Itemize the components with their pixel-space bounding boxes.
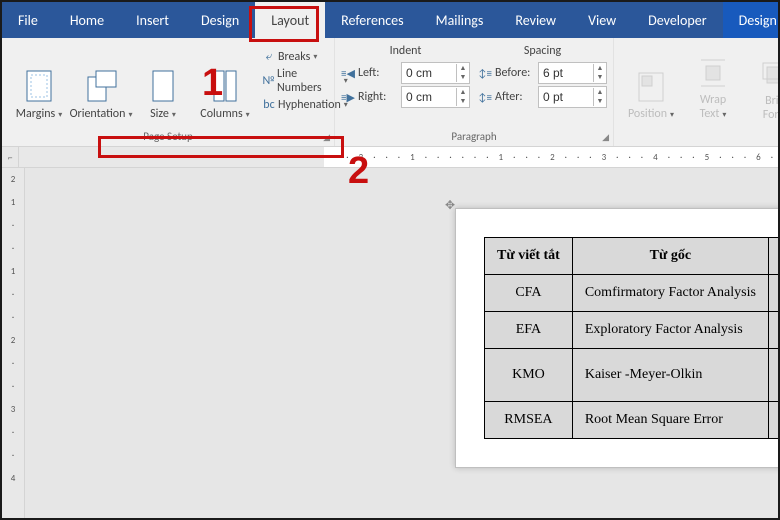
contextual-tabs: Design Layout — [723, 2, 780, 38]
ctx-tab-design[interactable]: Design — [723, 2, 780, 38]
ruler-corner[interactable]: ⌐ — [2, 147, 19, 167]
tab-view[interactable]: View — [572, 2, 632, 38]
page: Từ viết tắt Từ gốc CFA Comfirmatory Fact… — [455, 208, 778, 468]
tab-review[interactable]: Review — [499, 2, 572, 38]
indent-right-input[interactable]: ▲▼ — [401, 86, 470, 108]
indent-left-label: ≡◀Left: — [341, 66, 401, 80]
spacing-after-icon: ↕≡ — [478, 91, 492, 104]
paragraph-dialog-launcher[interactable]: ◢ — [602, 132, 609, 143]
vertical-ruler[interactable]: 2 1 · · 1 · · 2 · · 3 · · 4 — [2, 168, 25, 520]
document-area: 2 1 · · 1 · · 2 · · 3 · · 4 ✥ Từ viết tắ… — [2, 168, 778, 520]
spacing-column: Spacing ↕≡Before: ▲▼ ↕≡After: ▲▼ — [478, 44, 607, 110]
table-row: EFA Exploratory Factor Analysis Phân tíc — [485, 312, 779, 349]
margins-icon — [23, 67, 55, 107]
page-setup-dialog-launcher[interactable]: ◢ — [323, 132, 330, 143]
spacing-after-label: ↕≡After: — [478, 90, 538, 104]
table-row: KMO Kaiser -Meyer-Olkin Hệ số k hình trò — [485, 349, 779, 402]
bring-forward-button[interactable]: Brin Forw — [744, 42, 780, 124]
indent-right-label: ≡▶Right: — [341, 90, 401, 104]
line-numbers-icon: № — [260, 74, 277, 88]
size-icon — [149, 67, 177, 107]
indent-left-icon: ≡◀ — [341, 67, 355, 80]
columns-icon — [211, 67, 239, 107]
hyphenation-icon: bc — [260, 98, 278, 112]
indent-left-input[interactable]: ▲▼ — [401, 62, 470, 84]
menu-bar: File Home Insert Design Layout Reference… — [2, 2, 778, 38]
spacing-before-label: ↕≡Before: — [478, 66, 538, 80]
margins-button[interactable]: Margins — [8, 42, 70, 124]
indent-right-icon: ≡▶ — [341, 91, 355, 104]
tab-layout[interactable]: Layout — [255, 2, 325, 38]
horizontal-ruler[interactable]: · · 2 · · · 1 · · · · · · 1 · · · 2 · · … — [324, 147, 778, 167]
position-button[interactable]: Position — [620, 42, 682, 124]
tab-references[interactable]: References — [325, 2, 419, 38]
tab-home[interactable]: Home — [54, 2, 120, 38]
wrap-text-button[interactable]: Wrap Text — [682, 42, 744, 124]
tab-developer[interactable]: Developer — [632, 2, 722, 38]
tab-design[interactable]: Design — [185, 2, 255, 38]
group-page-setup: Margins Orientation Size Columns ⤶Breaks… — [2, 38, 335, 146]
position-icon — [636, 67, 666, 107]
tab-file[interactable]: File — [2, 2, 54, 38]
breaks-icon: ⤶ — [260, 50, 278, 64]
ruler-strip: ⌐ · · 2 · · · 1 · · · · · · 1 · · · 2 · … — [2, 147, 778, 168]
size-button[interactable]: Size — [132, 42, 194, 124]
group-label-paragraph: Paragraph ◢ — [335, 128, 613, 146]
table-header-row: Từ viết tắt Từ gốc — [485, 238, 779, 275]
indent-column: Indent ≡◀Left: ▲▼ ≡▶Right: ▲▼ — [341, 44, 470, 110]
tab-insert[interactable]: Insert — [120, 2, 185, 38]
columns-button[interactable]: Columns — [194, 42, 256, 124]
bring-forward-icon — [761, 54, 780, 94]
group-arrange: Position Wrap Text Brin Forw — [614, 38, 780, 146]
ribbon: Margins Orientation Size Columns ⤶Breaks… — [2, 38, 778, 147]
group-paragraph: Indent ≡◀Left: ▲▼ ≡▶Right: ▲▼ Spacing — [335, 38, 614, 146]
spacing-before-icon: ↕≡ — [478, 67, 492, 80]
group-label-page-setup: Page Setup ◢ — [2, 128, 334, 146]
spacing-before-input[interactable]: ▲▼ — [538, 62, 607, 84]
editing-canvas[interactable]: ✥ Từ viết tắt Từ gốc CFA Comfirmatory Fa… — [25, 168, 778, 520]
tab-mailings[interactable]: Mailings — [420, 2, 500, 38]
table-row: RMSEA Root Mean Square Error Căn bậc — [485, 402, 779, 439]
orientation-icon — [84, 67, 118, 107]
spacing-after-input[interactable]: ▲▼ — [538, 86, 607, 108]
wrap-text-icon — [698, 53, 728, 93]
table-row: CFA Comfirmatory Factor Analysis Phân tí… — [485, 275, 779, 312]
table-anchor-icon[interactable]: ✥ — [445, 198, 455, 213]
orientation-button[interactable]: Orientation — [70, 42, 132, 124]
content-table[interactable]: Từ viết tắt Từ gốc CFA Comfirmatory Fact… — [484, 237, 778, 439]
group-label-arrange — [614, 128, 780, 146]
